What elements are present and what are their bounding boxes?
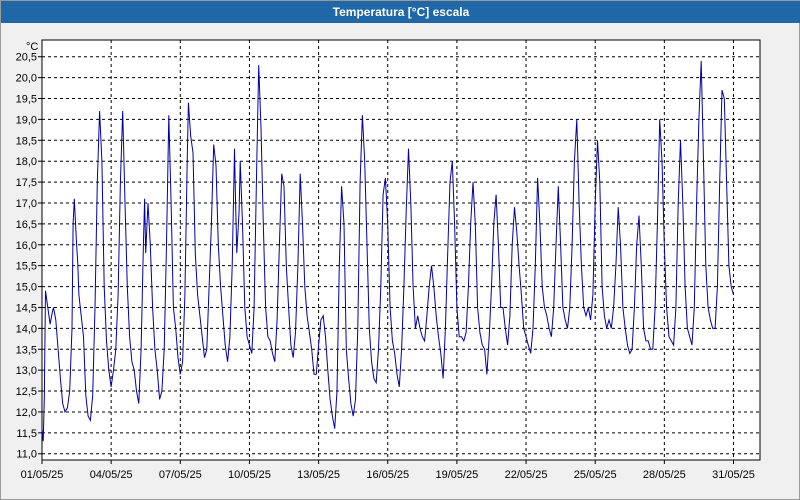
- x-tick-label: 04/05/25: [90, 469, 133, 481]
- x-tick-label: 28/05/25: [643, 469, 686, 481]
- x-axis-ticks: 01/05/25 04/05/25 07/05/25 10/05/25 13/05/25…: [21, 460, 755, 481]
- temperature-chart: 11,0 11,5 12,0 12,5 13,0 13,5 14,0 14,5 15,0 15,5…: [16, 39, 761, 481]
- x-tick-label: 25/05/25: [574, 469, 617, 481]
- x-tick-label: 19/05/25: [435, 469, 478, 481]
- y-tick-label: 19,5: [16, 94, 37, 106]
- y-tick-label: 15,5: [16, 261, 37, 273]
- y-tick-label: 17,5: [16, 177, 37, 189]
- y-axis-unit: °C: [26, 41, 38, 53]
- y-tick-label: 18,0: [16, 156, 37, 168]
- y-tick-label: 12,0: [16, 407, 37, 419]
- y-tick-label: 17,0: [16, 198, 37, 210]
- y-tick-label: 14,5: [16, 302, 37, 314]
- y-tick-label: 16,0: [16, 240, 37, 252]
- x-tick-label: 01/05/25: [21, 469, 64, 481]
- plot-area: [41, 39, 761, 461]
- y-tick-label: 11,0: [16, 449, 37, 461]
- y-axis-ticks: 11,0 11,5 12,0 12,5 13,0 13,5 14,0 14,5 15,0 15,5…: [16, 52, 42, 461]
- y-tick-label: 20,0: [16, 73, 37, 85]
- y-tick-label: 14,0: [16, 323, 37, 335]
- y-tick-label: 16,5: [16, 219, 37, 231]
- y-tick-label: 15,0: [16, 282, 37, 294]
- x-tick-label: 22/05/25: [505, 469, 548, 481]
- x-tick-label: 31/05/25: [712, 469, 755, 481]
- x-tick-label: 16/05/25: [366, 469, 409, 481]
- y-tick-label: 13,0: [16, 365, 37, 377]
- y-tick-label: 13,5: [16, 344, 37, 356]
- y-tick-label: 18,5: [16, 135, 37, 147]
- y-tick-label: 20,5: [16, 52, 37, 64]
- x-tick-label: 07/05/25: [159, 469, 202, 481]
- y-tick-label: 11,5: [16, 428, 37, 440]
- x-tick-label: 10/05/25: [228, 469, 271, 481]
- y-tick-label: 19,0: [16, 114, 37, 126]
- y-tick-label: 12,5: [16, 386, 37, 398]
- x-tick-label: 13/05/25: [297, 469, 340, 481]
